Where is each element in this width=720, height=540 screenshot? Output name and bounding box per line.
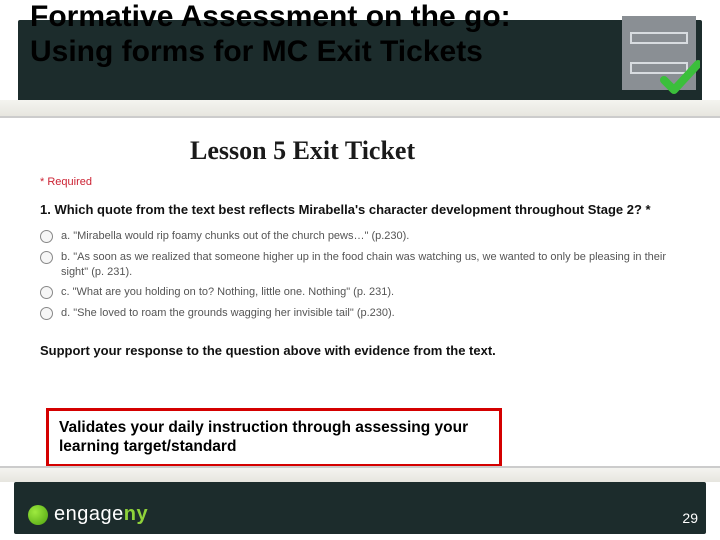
- slide-title: Formative Assessment on the go: Using fo…: [30, 0, 580, 69]
- checklist-icon: [622, 16, 696, 90]
- radio-icon: [40, 286, 53, 299]
- options-group: a. "Mirabella would rip foamy chunks out…: [40, 229, 680, 321]
- option-b[interactable]: b. "As soon as we realized that someone …: [40, 250, 680, 280]
- question-text: 1. Which quote from the text best reflec…: [40, 202, 680, 219]
- title-line-1: Formative Assessment on the go:: [30, 0, 580, 35]
- logo-dot-icon: [28, 505, 48, 525]
- bottom-chalk-tray: [0, 466, 720, 482]
- required-label: * Required: [40, 176, 680, 188]
- option-label: c. "What are you holding on to? Nothing,…: [61, 285, 394, 300]
- support-prompt: Support your response to the question ab…: [40, 343, 680, 358]
- google-form-screenshot: Lesson 5 Exit Ticket * Required 1. Which…: [40, 128, 680, 358]
- option-label: d. "She loved to roam the grounds waggin…: [61, 306, 395, 321]
- top-chalk-tray: [0, 100, 720, 118]
- radio-icon: [40, 251, 53, 264]
- radio-icon: [40, 230, 53, 243]
- callout-box: Validates your daily instruction through…: [46, 408, 502, 467]
- logo-text-ny: ny: [124, 503, 148, 526]
- option-a[interactable]: a. "Mirabella would rip foamy chunks out…: [40, 229, 680, 244]
- presentation-slide: Formative Assessment on the go: Using fo…: [0, 0, 720, 540]
- radio-icon: [40, 307, 53, 320]
- logo-text-engage: engage: [54, 503, 124, 526]
- option-label: a. "Mirabella would rip foamy chunks out…: [61, 229, 409, 244]
- option-d[interactable]: d. "She loved to roam the grounds waggin…: [40, 306, 680, 321]
- form-title: Lesson 5 Exit Ticket: [190, 136, 680, 166]
- option-label: b. "As soon as we realized that someone …: [61, 250, 680, 280]
- title-line-2: Using forms for MC Exit Tickets: [30, 35, 580, 70]
- checkmark-icon: [660, 58, 700, 98]
- page-number: 29: [682, 510, 698, 526]
- engageny-logo: engageny: [28, 503, 148, 526]
- option-c[interactable]: c. "What are you holding on to? Nothing,…: [40, 285, 680, 300]
- checklist-bar: [630, 32, 688, 44]
- callout-text: Validates your daily instruction through…: [59, 419, 468, 455]
